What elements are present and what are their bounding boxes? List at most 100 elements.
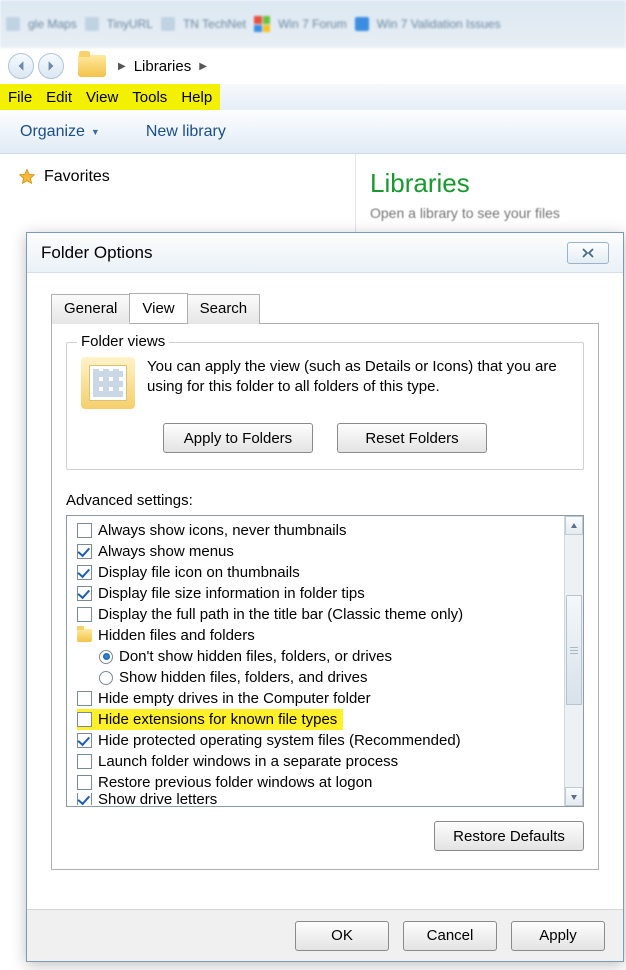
ms-logo-icon	[254, 16, 270, 32]
scroll-down-button[interactable]	[565, 787, 583, 806]
setting-row[interactable]: Hidden files and folders	[77, 625, 564, 646]
star-icon	[18, 168, 36, 186]
tab-view[interactable]: View	[129, 293, 187, 323]
setting-label: Display file icon on thumbnails	[98, 562, 300, 583]
browser-favicon	[161, 17, 175, 31]
checkbox[interactable]	[77, 754, 92, 769]
setting-row[interactable]: Display file icon on thumbnails	[77, 562, 564, 583]
advanced-settings-list[interactable]: Always show icons, never thumbnailsAlway…	[67, 516, 564, 806]
folder-views-group: Folder views You can apply the view (suc…	[66, 342, 584, 470]
advanced-settings-box: Always show icons, never thumbnailsAlway…	[66, 515, 584, 807]
browser-tab[interactable]: TN TechNet	[183, 17, 246, 31]
tab-search[interactable]: Search	[187, 294, 261, 324]
dialog-footer: OK Cancel Apply	[27, 909, 623, 961]
setting-label: Display file size information in folder …	[98, 583, 365, 604]
browser-tab[interactable]: Win 7 Forum	[278, 17, 347, 31]
setting-label: Launch folder windows in a separate proc…	[98, 751, 398, 772]
setting-label: Show hidden files, folders, and drives	[119, 667, 367, 688]
setting-row[interactable]: Display file size information in folder …	[77, 583, 564, 604]
folder-icon	[77, 629, 92, 642]
menu-help[interactable]: Help	[181, 89, 212, 106]
folder-views-text: You can apply the view (such as Details …	[147, 357, 569, 398]
menu-edit[interactable]: Edit	[46, 89, 72, 106]
setting-label: Hide extensions for known file types	[98, 709, 337, 730]
cancel-button[interactable]: Cancel	[403, 921, 497, 951]
checkbox[interactable]	[77, 775, 92, 790]
checkbox[interactable]	[77, 523, 92, 538]
chevron-right-icon: ▶	[199, 61, 207, 72]
page-subtitle: Open a library to see your files	[370, 205, 612, 221]
setting-row[interactable]: Hide extensions for known file types	[77, 709, 343, 730]
advanced-settings-label: Advanced settings:	[66, 492, 584, 509]
checkbox[interactable]	[77, 544, 92, 559]
folder-options-dialog: Folder Options General View Search Folde…	[26, 232, 624, 962]
tab-general[interactable]: General	[51, 294, 130, 324]
page-title: Libraries	[370, 168, 612, 199]
setting-row[interactable]: Display the full path in the title bar (…	[77, 604, 564, 625]
folder-icon[interactable]	[78, 55, 106, 77]
scroll-thumb[interactable]	[566, 595, 582, 705]
nav-forward-button[interactable]	[38, 53, 64, 79]
breadcrumb-item[interactable]: Libraries	[134, 58, 192, 75]
menubar: File Edit View Tools Help	[0, 84, 220, 110]
dialog-title: Folder Options	[41, 243, 153, 263]
nav-back-button[interactable]	[8, 53, 34, 79]
setting-label: Always show icons, never thumbnails	[98, 520, 346, 541]
browser-favicon	[355, 17, 369, 31]
setting-label: Display the full path in the title bar (…	[98, 604, 463, 625]
scroll-track[interactable]	[565, 535, 583, 787]
setting-label: Restore previous folder windows at logon	[98, 772, 372, 793]
scroll-up-button[interactable]	[565, 516, 583, 535]
dialog-titlebar: Folder Options	[27, 233, 623, 273]
chevron-down-icon: ▼	[91, 127, 100, 137]
setting-label: Don't show hidden files, folders, or dri…	[119, 646, 392, 667]
browser-tab[interactable]: gle Maps	[28, 17, 77, 31]
setting-row[interactable]: Show hidden files, folders, and drives	[77, 667, 564, 688]
explorer-navbar: ▶ Libraries ▶	[0, 48, 626, 84]
new-library-button[interactable]: New library	[146, 123, 226, 141]
tab-strip: General View Search	[51, 293, 599, 324]
checkbox[interactable]	[77, 607, 92, 622]
checkbox[interactable]	[77, 793, 92, 805]
apply-button[interactable]: Apply	[511, 921, 605, 951]
tab-panel-view: Folder views You can apply the view (suc…	[51, 324, 599, 870]
checkbox[interactable]	[77, 691, 92, 706]
favorites-label: Favorites	[44, 168, 110, 186]
folder-views-icon	[81, 357, 135, 409]
setting-row[interactable]: Restore previous folder windows at logon	[77, 772, 564, 793]
setting-row[interactable]: Always show menus	[77, 541, 564, 562]
group-title: Folder views	[77, 333, 169, 350]
scrollbar[interactable]	[564, 516, 583, 806]
apply-to-folders-button[interactable]: Apply to Folders	[163, 423, 313, 453]
close-icon	[581, 247, 595, 259]
restore-defaults-button[interactable]: Restore Defaults	[434, 821, 584, 851]
setting-row[interactable]: Hide empty drives in the Computer folder	[77, 688, 564, 709]
new-library-label: New library	[146, 123, 226, 141]
breadcrumb[interactable]: ▶ Libraries ▶	[118, 58, 207, 75]
menu-view[interactable]: View	[86, 89, 118, 106]
setting-row[interactable]: Don't show hidden files, folders, or dri…	[77, 646, 564, 667]
checkbox[interactable]	[77, 712, 92, 727]
organize-menu[interactable]: Organize ▼	[20, 123, 100, 141]
menu-file[interactable]: File	[8, 89, 32, 106]
setting-row[interactable]: Launch folder windows in a separate proc…	[77, 751, 564, 772]
ok-button[interactable]: OK	[295, 921, 389, 951]
menu-tools[interactable]: Tools	[132, 89, 167, 106]
radio[interactable]	[99, 671, 113, 685]
browser-tab[interactable]: TinyURL	[107, 17, 153, 31]
reset-folders-button[interactable]: Reset Folders	[337, 423, 487, 453]
setting-row[interactable]: Hide protected operating system files (R…	[77, 730, 564, 751]
checkbox[interactable]	[77, 733, 92, 748]
setting-label: Hide protected operating system files (R…	[98, 730, 461, 751]
browser-favicon	[85, 17, 99, 31]
setting-row[interactable]: Show drive letters	[77, 793, 564, 805]
setting-label: Show drive letters	[98, 793, 217, 805]
radio[interactable]	[99, 650, 113, 664]
menubar-spacer	[220, 84, 626, 110]
checkbox[interactable]	[77, 586, 92, 601]
close-button[interactable]	[567, 242, 609, 264]
setting-row[interactable]: Always show icons, never thumbnails	[77, 520, 564, 541]
checkbox[interactable]	[77, 565, 92, 580]
sidebar-favorites[interactable]: Favorites	[18, 168, 337, 186]
browser-tab[interactable]: Win 7 Validation Issues	[377, 17, 501, 31]
